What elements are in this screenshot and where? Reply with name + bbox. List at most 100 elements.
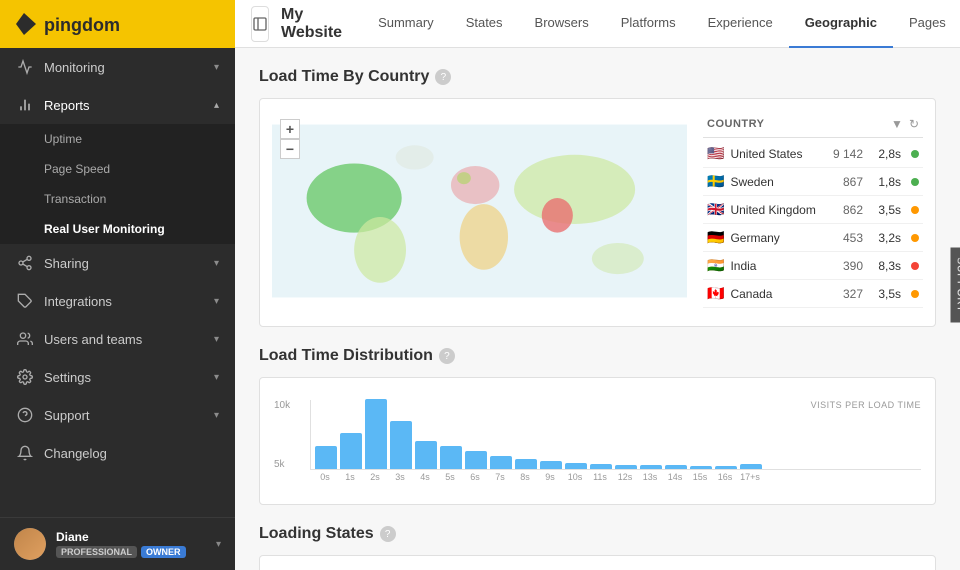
loading-states-info-icon[interactable]: ?: [380, 526, 396, 542]
table-header-title: COUNTRY: [707, 118, 764, 130]
table-icons: ▼ ↻: [891, 117, 919, 131]
tab-summary[interactable]: Summary: [362, 0, 450, 48]
x-label: 13s: [639, 472, 661, 482]
sidebar-item-users-teams[interactable]: Users and teams ▾: [0, 320, 235, 358]
user-profile[interactable]: Diane PROFESSIONAL OWNER ▾: [0, 517, 235, 570]
country-name: Germany: [730, 231, 819, 245]
share-icon: [16, 254, 34, 272]
tab-platforms[interactable]: Platforms: [605, 0, 692, 48]
country-count: 862: [825, 203, 863, 217]
sidebar-item-integrations[interactable]: Integrations ▾: [0, 282, 235, 320]
chart-icon: [16, 96, 34, 114]
sidebar-item-monitoring[interactable]: Monitoring ▾: [0, 48, 235, 86]
sidebar-item-rum[interactable]: Real User Monitoring: [0, 214, 235, 244]
chart-bar: [590, 464, 612, 469]
flag-gb: 🇬🇧: [707, 201, 724, 218]
chevron-icon: ▾: [214, 372, 219, 383]
x-label: 4s: [414, 472, 436, 482]
chart-bar: [615, 465, 637, 469]
x-label: 2s: [364, 472, 386, 482]
country-count: 327: [825, 287, 863, 301]
chart-bar: [640, 465, 662, 469]
logo[interactable]: pingdom: [0, 0, 235, 48]
tab-pages[interactable]: Pages: [893, 0, 960, 48]
svg-text:pingdom: pingdom: [44, 15, 120, 35]
map-section-header: Load Time By Country ?: [259, 68, 936, 86]
x-label: 16s: [714, 472, 736, 482]
table-row: 🇸🇪 Sweden 867 1,8s: [703, 168, 923, 196]
chart-bar: [665, 465, 687, 469]
distribution-info-icon[interactable]: ?: [439, 348, 455, 364]
table-row: 🇩🇪 Germany 453 3,2s: [703, 224, 923, 252]
sidebar-item-support[interactable]: Support ▾: [0, 396, 235, 434]
zoom-out-button[interactable]: −: [280, 139, 300, 159]
sidebar-toggle[interactable]: [251, 6, 269, 42]
sidebar-item-uptime[interactable]: Uptime: [0, 124, 235, 154]
sidebar-item-sharing[interactable]: Sharing ▾: [0, 244, 235, 282]
chevron-icon: ▾: [214, 296, 219, 307]
avatar: [14, 528, 46, 560]
chart-bar: [390, 421, 412, 469]
chart-bar: [415, 441, 437, 469]
x-label: 10s: [564, 472, 586, 482]
chart-bar: [365, 399, 387, 469]
country-name: United Kingdom: [730, 203, 819, 217]
y-label-mid: 5k: [274, 459, 290, 470]
sidebar-item-reports[interactable]: Reports ▴: [0, 86, 235, 124]
main-content: My Website Summary States Browsers Platf…: [235, 0, 960, 570]
map-area: + −: [272, 111, 687, 314]
support-tab[interactable]: SUPPORT: [951, 247, 960, 322]
help-icon: [16, 406, 34, 424]
tab-geographic[interactable]: Geographic: [789, 0, 893, 48]
status-dot: [911, 262, 919, 270]
country-count: 867: [825, 175, 863, 189]
puzzle-icon: [16, 292, 34, 310]
chevron-icon: ▾: [214, 334, 219, 345]
x-label: 12s: [614, 472, 636, 482]
country-name: Canada: [730, 287, 819, 301]
content-area: Load Time By Country ? + −: [235, 48, 960, 570]
sidebar-item-transaction[interactable]: Transaction: [0, 184, 235, 214]
country-time: 3,5s: [869, 287, 901, 301]
chevron-icon: ▾: [214, 62, 219, 73]
x-label: 15s: [689, 472, 711, 482]
user-name: Diane: [56, 530, 186, 544]
tab-experience[interactable]: Experience: [692, 0, 789, 48]
owner-badge: OWNER: [141, 546, 186, 558]
chevron-icon: ▾: [214, 410, 219, 421]
bell-icon: [16, 444, 34, 462]
sort-icon[interactable]: ▼: [891, 117, 903, 131]
reports-submenu: Uptime Page Speed Transaction Real User …: [0, 124, 235, 244]
country-count: 390: [825, 259, 863, 273]
table-row: 🇮🇳 India 390 8,3s: [703, 252, 923, 280]
gear-icon: [16, 368, 34, 386]
map-info-icon[interactable]: ?: [435, 69, 451, 85]
chevron-icon: ▾: [214, 258, 219, 269]
country-name: Sweden: [730, 175, 819, 189]
table-row: 🇨🇦 Canada 327 3,5s: [703, 280, 923, 308]
tab-browsers[interactable]: Browsers: [519, 0, 605, 48]
sidebar: pingdom Monitoring ▾ Reports ▴ Uptime Pa…: [0, 0, 235, 570]
refresh-icon[interactable]: ↻: [909, 117, 919, 131]
country-table: COUNTRY ▼ ↻ 🇺🇸 United States 9 142 2,8s …: [703, 111, 923, 314]
chart-bar: [715, 466, 737, 469]
distribution-section-header: Load Time Distribution ?: [259, 347, 936, 365]
country-time: 8,3s: [869, 259, 901, 273]
sidebar-item-changelog[interactable]: Changelog: [0, 434, 235, 472]
sidebar-item-page-speed[interactable]: Page Speed: [0, 154, 235, 184]
x-label: 9s: [539, 472, 561, 482]
zoom-in-button[interactable]: +: [280, 119, 300, 139]
tab-states[interactable]: States: [450, 0, 519, 48]
country-count: 453: [825, 231, 863, 245]
y-axis-labels: 10k 5k: [274, 400, 290, 470]
activity-icon: [16, 58, 34, 76]
map-title: Load Time By Country: [259, 68, 429, 86]
x-label: 7s: [489, 472, 511, 482]
country-time: 2,8s: [869, 147, 901, 161]
sidebar-item-settings[interactable]: Settings ▾: [0, 358, 235, 396]
x-axis-labels: 0s1s2s3s4s5s6s7s8s9s10s11s12s13s14s15s16…: [310, 472, 921, 482]
table-header: COUNTRY ▼ ↻: [703, 111, 923, 138]
chart-legend: VISITS PER LOAD TIME: [811, 400, 921, 410]
x-label: 8s: [514, 472, 536, 482]
x-label: 14s: [664, 472, 686, 482]
